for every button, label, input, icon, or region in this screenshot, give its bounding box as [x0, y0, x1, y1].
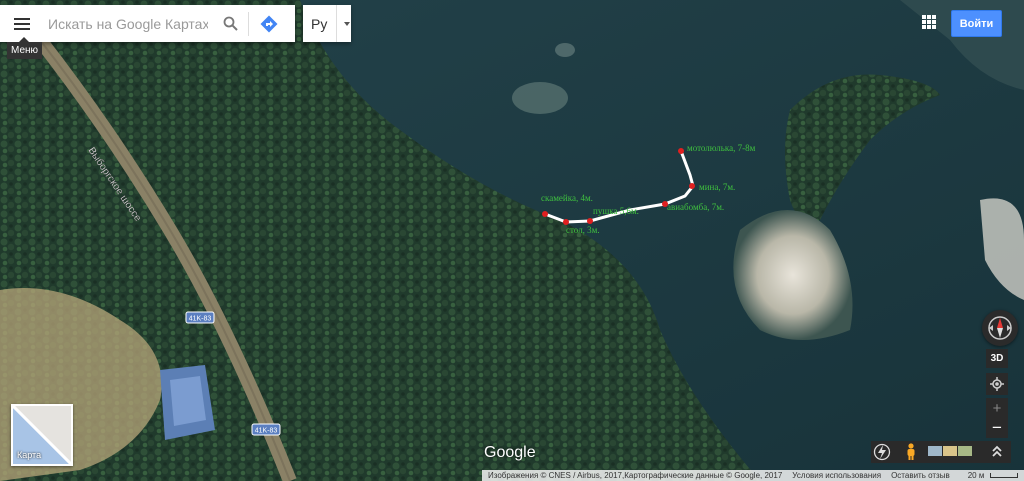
- menu-tooltip: Меню: [7, 37, 43, 59]
- marker-bench[interactable]: [542, 211, 548, 217]
- earthquake-layer-icon[interactable]: [872, 443, 892, 461]
- compass-control[interactable]: [982, 310, 1018, 346]
- zoom-in-button[interactable]: +: [986, 398, 1008, 418]
- directions-icon: [260, 15, 278, 32]
- marker-label-mine: мина, 7м.: [699, 182, 735, 192]
- search-input[interactable]: [44, 15, 212, 32]
- thumbnail-1[interactable]: [928, 446, 942, 456]
- pegman-street-view[interactable]: [902, 441, 920, 463]
- language-divider: [336, 5, 337, 42]
- svg-text:41K-83: 41K-83: [255, 428, 278, 435]
- svg-text:41K-83: 41K-83: [189, 316, 212, 323]
- language-label: Ру: [311, 15, 328, 32]
- chevron-down-icon: [344, 21, 350, 26]
- my-location-button[interactable]: [986, 373, 1008, 395]
- zoom-out-button[interactable]: −: [986, 418, 1008, 438]
- hamburger-icon: [14, 17, 30, 30]
- directions-button[interactable]: [249, 5, 289, 42]
- signin-button[interactable]: Войти: [951, 10, 1002, 37]
- marker-label-aerial-bomb: авиабомба, 7м.: [667, 202, 724, 212]
- scale-label: 20 м: [962, 471, 1019, 480]
- 3d-button[interactable]: 3D: [986, 349, 1008, 368]
- attribution-footer: Изображения © CNES / Airbus, 2017,Картог…: [482, 470, 1024, 481]
- marker-sidecar[interactable]: [678, 148, 684, 154]
- location-icon: [990, 377, 1004, 391]
- pegman-icon: [907, 443, 915, 460]
- marker-label-bench: скамейка, 4м.: [541, 193, 593, 203]
- imagery-attribution: Изображения © CNES / Airbus, 2017,Картог…: [488, 471, 783, 480]
- map-type-toggle[interactable]: Карта: [11, 404, 73, 466]
- search-box: [0, 5, 295, 42]
- lightning-icon: [873, 443, 891, 461]
- marker-mine[interactable]: [689, 183, 695, 189]
- marker-label-cannon: пушка 5,6м.: [593, 206, 639, 216]
- map-type-label: Карта: [17, 450, 42, 460]
- road-shield: 41K-83: [185, 311, 215, 324]
- terms-link[interactable]: Условия использования: [792, 471, 881, 480]
- search-button[interactable]: [212, 5, 248, 42]
- scale-bar: [990, 473, 1019, 479]
- marker-label-table: стол, 3м.: [566, 225, 600, 235]
- search-icon: [223, 16, 238, 31]
- thumbnail-2[interactable]: [943, 446, 957, 456]
- thumbnail-3[interactable]: [958, 446, 972, 456]
- compass-icon: [988, 316, 1012, 340]
- expand-icon[interactable]: [991, 444, 1003, 460]
- google-logo: Google: [484, 444, 536, 461]
- marker-cannon[interactable]: [587, 218, 593, 224]
- apps-grid-icon[interactable]: [922, 15, 936, 29]
- marker-label-sidecar: мотолюлька, 7-8м: [687, 143, 756, 153]
- imagery-thumbnails[interactable]: [928, 446, 972, 456]
- road-shield: 41K-83: [251, 423, 281, 436]
- satellite-map[interactable]: скамейка, 4м. стол, 3м. пушка 5,6м. авиа…: [0, 0, 1024, 481]
- language-selector[interactable]: Ру: [303, 5, 351, 42]
- feedback-link[interactable]: Оставить отзыв: [891, 471, 950, 480]
